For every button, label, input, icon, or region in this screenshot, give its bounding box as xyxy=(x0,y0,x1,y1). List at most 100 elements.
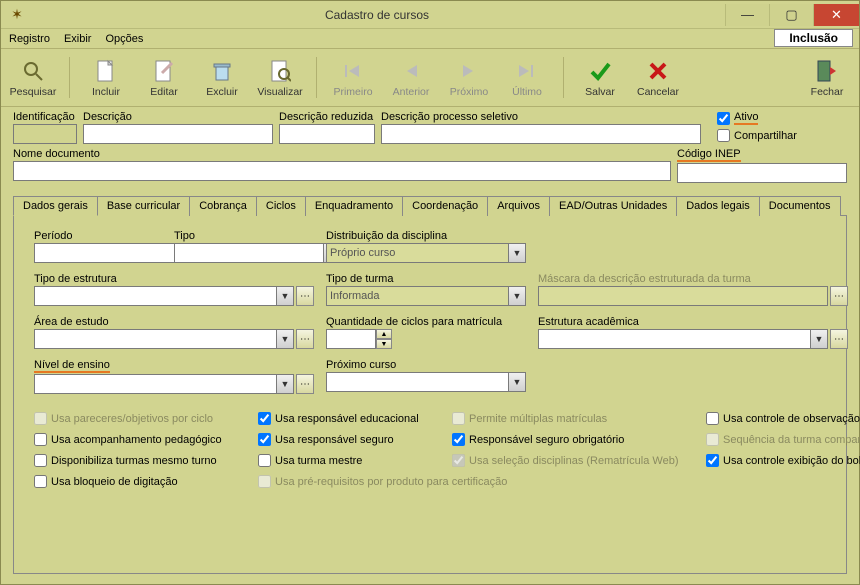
toolbar-incluir[interactable]: Incluir xyxy=(80,51,132,104)
select-estrutura-acad[interactable]: ▼ xyxy=(538,329,828,349)
tab-enquadramento[interactable]: Enquadramento xyxy=(305,196,403,216)
label-nome-documento: Nome documento xyxy=(13,148,671,160)
lookup-button[interactable]: ⋯ xyxy=(296,329,314,349)
select-tipo-turma[interactable]: ▼ xyxy=(326,286,526,306)
tab-arquivos[interactable]: Arquivos xyxy=(487,196,550,216)
spin-down-icon[interactable]: ▼ xyxy=(376,339,392,349)
checkbox-ativo-input[interactable] xyxy=(717,112,730,125)
chk-seq-turma-compart: Sequência da turma compartilhada xyxy=(706,433,860,446)
select-tipo[interactable]: ▼ xyxy=(174,243,304,263)
form-body: Identificação Descrição Descrição reduzi… xyxy=(1,107,859,584)
maximize-button[interactable]: ▢ xyxy=(769,4,813,26)
label-distribuicao: Distribuição da disciplina xyxy=(326,230,526,242)
chevron-down-icon[interactable]: ▼ xyxy=(276,286,294,306)
toolbar-pesquisar[interactable]: Pesquisar xyxy=(7,51,59,104)
toolbar-editar[interactable]: Editar xyxy=(138,51,190,104)
toolbar-proximo[interactable]: Próximo xyxy=(443,51,495,104)
spinner-qtd-ciclos[interactable]: ▲ ▼ xyxy=(326,329,526,349)
input-descricao-proc-sel[interactable] xyxy=(381,124,701,144)
chevron-down-icon[interactable]: ▼ xyxy=(810,329,828,349)
toolbar: Pesquisar Incluir Editar Excluir Visuali… xyxy=(1,49,859,107)
tab-dados-gerais[interactable]: Dados gerais xyxy=(13,196,98,216)
minimize-button[interactable]: — xyxy=(725,4,769,26)
app-window: ✶ Cadastro de cursos — ▢ ✕ Registro Exib… xyxy=(0,0,860,585)
chk-acomp-pedagogico[interactable]: Usa acompanhamento pedagógico xyxy=(34,433,254,446)
tab-dados-legais[interactable]: Dados legais xyxy=(676,196,760,216)
chk-permite-multiplas: Permite múltiplas matrículas xyxy=(452,412,702,425)
chk-disp-turmas-turno[interactable]: Disponibiliza turmas mesmo turno xyxy=(34,454,254,467)
x-icon xyxy=(645,58,671,84)
app-icon: ✶ xyxy=(5,3,29,27)
lookup-button[interactable]: ⋯ xyxy=(830,329,848,349)
titlebar: ✶ Cadastro de cursos — ▢ ✕ xyxy=(1,1,859,29)
toolbar-excluir[interactable]: Excluir xyxy=(196,51,248,104)
search-icon xyxy=(20,58,46,84)
label-tipo-estrutura: Tipo de estrutura xyxy=(34,273,314,285)
chevron-down-icon[interactable]: ▼ xyxy=(508,286,526,306)
label-codigo-inep: Código INEP xyxy=(677,148,741,162)
chk-turma-mestre[interactable]: Usa turma mestre xyxy=(258,454,448,467)
toolbar-ultimo[interactable]: Último xyxy=(501,51,553,104)
label-estrutura-acad: Estrutura acadêmica xyxy=(538,316,848,328)
label-mascara: Máscara da descrição estruturada da turm… xyxy=(538,273,848,285)
label-qtd-ciclos: Quantidade de ciclos para matrícula xyxy=(326,316,526,328)
tab-documentos[interactable]: Documentos xyxy=(759,196,841,216)
chevron-down-icon[interactable]: ▼ xyxy=(276,374,294,394)
chk-bloqueio-digitacao[interactable]: Usa bloqueio de digitação xyxy=(34,475,254,488)
chk-resp-seguro[interactable]: Usa responsável seguro xyxy=(258,433,448,446)
spin-up-icon[interactable]: ▲ xyxy=(376,329,392,339)
tab-ead[interactable]: EAD/Outras Unidades xyxy=(549,196,677,216)
chk-exibicao-boletim[interactable]: Usa controle exibição do boletim web xyxy=(706,454,860,467)
toolbar-primeiro[interactable]: Primeiro xyxy=(327,51,379,104)
input-nome-documento[interactable] xyxy=(13,161,671,181)
chk-controle-obs-diario[interactable]: Usa controle de observação no diário xyxy=(706,412,860,425)
chevron-down-icon[interactable]: ▼ xyxy=(276,329,294,349)
toolbar-salvar[interactable]: Salvar xyxy=(574,51,626,104)
lookup-button[interactable]: ⋯ xyxy=(296,286,314,306)
chk-usa-pareceres: Usa pareceres/objetivos por ciclo xyxy=(34,412,254,425)
select-nivel-ensino[interactable]: ▼ xyxy=(34,374,294,394)
menu-opcoes[interactable]: Opções xyxy=(105,33,143,45)
tab-coordenacao[interactable]: Coordenação xyxy=(402,196,488,216)
toolbar-visualizar[interactable]: Visualizar xyxy=(254,51,306,104)
checkbox-compartilhar-input[interactable] xyxy=(717,129,730,142)
input-mascara xyxy=(538,286,828,306)
close-button[interactable]: ✕ xyxy=(813,4,859,26)
checkbox-ativo[interactable]: Ativo xyxy=(717,111,847,125)
tab-ciclos[interactable]: Ciclos xyxy=(256,196,306,216)
label-tipo: Tipo xyxy=(174,230,304,242)
chevron-down-icon[interactable]: ▼ xyxy=(508,243,526,263)
label-descricao: Descrição xyxy=(83,111,273,123)
toolbar-fechar[interactable]: Fechar xyxy=(801,51,853,104)
toolbar-anterior[interactable]: Anterior xyxy=(385,51,437,104)
select-periodo[interactable]: ▼ xyxy=(34,243,164,263)
chk-resp-seguro-obrig[interactable]: Responsável seguro obrigatório xyxy=(452,433,702,446)
label-nivel-ensino: Nível de ensino xyxy=(34,359,110,373)
last-icon xyxy=(514,58,540,84)
mode-badge: Inclusão xyxy=(774,29,853,47)
chk-resp-educacional[interactable]: Usa responsável educacional xyxy=(258,412,448,425)
input-descricao-reduzida[interactable] xyxy=(279,124,375,144)
input-codigo-inep[interactable] xyxy=(677,163,847,183)
next-icon xyxy=(456,58,482,84)
lookup-button[interactable]: ⋯ xyxy=(830,286,848,306)
menubar: Registro Exibir Opções Inclusão xyxy=(1,29,859,49)
lookup-button[interactable]: ⋯ xyxy=(296,374,314,394)
select-distribuicao[interactable]: ▼ xyxy=(326,243,526,263)
tab-base-curricular[interactable]: Base curricular xyxy=(97,196,190,216)
checkbox-compartilhar[interactable]: Compartilhar xyxy=(717,129,847,142)
chevron-down-icon[interactable]: ▼ xyxy=(508,372,526,392)
label-tipo-turma: Tipo de turma xyxy=(326,273,526,285)
prev-icon xyxy=(398,58,424,84)
toolbar-cancelar[interactable]: Cancelar xyxy=(632,51,684,104)
label-descricao-reduzida: Descrição reduzida xyxy=(279,111,375,123)
input-descricao[interactable] xyxy=(83,124,273,144)
window-buttons: — ▢ ✕ xyxy=(725,4,859,26)
input-identificacao[interactable] xyxy=(13,124,77,144)
tab-cobranca[interactable]: Cobrança xyxy=(189,196,257,216)
select-area-estudo[interactable]: ▼ xyxy=(34,329,294,349)
select-proximo-curso[interactable]: ▼ xyxy=(326,372,526,392)
select-tipo-estrutura[interactable]: ▼ xyxy=(34,286,294,306)
menu-exibir[interactable]: Exibir xyxy=(64,33,92,45)
menu-registro[interactable]: Registro xyxy=(9,33,50,45)
